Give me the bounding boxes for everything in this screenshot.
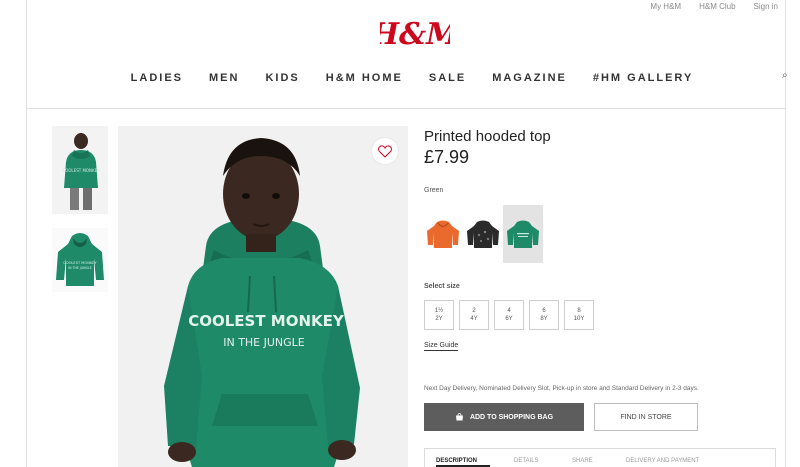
size-option-years: 8Y — [540, 316, 548, 322]
thumbnail-hoodie-print-text: COOLEST MONKEY — [63, 261, 97, 265]
favourite-button[interactable] — [372, 138, 398, 164]
swatch-green-selected[interactable] — [503, 205, 543, 263]
size-option-2y[interactable]: 1½ 2Y — [424, 300, 454, 330]
my-hm-link[interactable]: My H&M — [650, 2, 681, 11]
thumbnail-model[interactable]: COOLEST MONKEY — [52, 126, 108, 214]
swatch-black-image — [467, 220, 499, 248]
swatch-black[interactable] — [464, 206, 502, 262]
size-option-6y[interactable]: 4 6Y — [494, 300, 524, 330]
size-option-age: 1½ — [434, 308, 444, 314]
swatch-green-image — [507, 220, 539, 248]
thumbnail-hoodie-image: COOLEST MONKEY IN THE JUNGLE — [52, 228, 108, 292]
size-option-age: 8 — [577, 308, 581, 314]
nav-item-magazine[interactable]: MAGAZINE — [492, 72, 567, 84]
nav-item-kids[interactable]: KIDS — [265, 72, 299, 84]
thumbnail-model-image: COOLEST MONKEY — [52, 126, 108, 214]
size-option-age: 2 — [472, 308, 476, 314]
size-option-10y[interactable]: 8 10Y — [564, 300, 594, 330]
size-option-years: 4Y — [470, 316, 478, 322]
product-price: £7.99 — [424, 147, 470, 167]
size-option-age: 6 — [542, 308, 546, 314]
main-product-image[interactable]: COOLEST MONKEY IN THE JUNGLE — [118, 126, 408, 467]
page-frame-left — [26, 0, 27, 467]
main-product-image-illustration: COOLEST MONKEY IN THE JUNGLE — [118, 126, 408, 467]
nav-item-hm-gallery[interactable]: #HM GALLERY — [593, 72, 693, 84]
size-option-8y[interactable]: 6 8Y — [529, 300, 559, 330]
color-label: Green — [424, 187, 444, 194]
size-option-years: 6Y — [505, 316, 513, 322]
shopping-bag-icon — [455, 413, 463, 421]
tab-description[interactable]: DESCRIPTION — [436, 458, 477, 464]
delivery-info: Next Day Delivery, Nominated Delivery Sl… — [424, 385, 699, 392]
thumbnail-hoodie-print-text-2: IN THE JUNGLE — [68, 266, 92, 270]
thumbnail-model-print-text: COOLEST MONKEY — [62, 168, 100, 173]
tab-share[interactable]: SHARE — [572, 458, 593, 464]
logo-text: H&M — [380, 17, 450, 52]
nav-item-ladies[interactable]: LADIES — [131, 72, 183, 84]
find-in-store-button[interactable]: FIND IN STORE — [594, 403, 698, 431]
nav-item-men[interactable]: MEN — [209, 72, 239, 84]
thumbnail-hoodie[interactable]: COOLEST MONKEY IN THE JUNGLE — [52, 228, 108, 292]
size-option-years: 2Y — [435, 316, 443, 322]
product-title: Printed hooded top — [424, 128, 551, 145]
size-option-age: 4 — [507, 308, 511, 314]
add-to-bag-button[interactable]: ADD TO SHOPPING BAG — [424, 403, 584, 431]
hoodie-print-text: COOLEST MONKEY — [188, 312, 345, 330]
size-select-label: Select size — [424, 283, 460, 290]
swatch-orange-image — [427, 220, 459, 248]
nav-item-hm-home[interactable]: H&M HOME — [326, 72, 403, 84]
hm-club-link[interactable]: H&M Club — [699, 2, 735, 11]
size-option-years: 10Y — [573, 316, 585, 322]
heart-icon — [378, 144, 392, 158]
size-guide-link[interactable]: Size Guide — [424, 342, 459, 351]
add-to-bag-label: ADD TO SHOPPING BAG — [469, 413, 554, 421]
tab-delivery-payment[interactable]: DELIVERY AND PAYMENT — [626, 458, 699, 464]
sign-in-link[interactable]: Sign in — [754, 2, 778, 11]
tab-details[interactable]: DETAILS — [514, 458, 539, 464]
size-option-4y[interactable]: 2 4Y — [459, 300, 489, 330]
header-divider — [26, 108, 786, 109]
nav-item-sale[interactable]: SALE — [429, 72, 466, 84]
hoodie-print-text-2: IN THE JUNGLE — [223, 336, 305, 349]
utility-links: My H&M H&M Club Sign in — [650, 2, 778, 11]
hm-logo[interactable]: H&M — [380, 16, 450, 52]
main-nav: LADIES MEN KIDS H&M HOME SALE MAGAZINE #… — [0, 72, 800, 84]
swatch-orange[interactable] — [424, 206, 462, 262]
nav-search-icon[interactable]: ⌕ — [782, 70, 788, 81]
